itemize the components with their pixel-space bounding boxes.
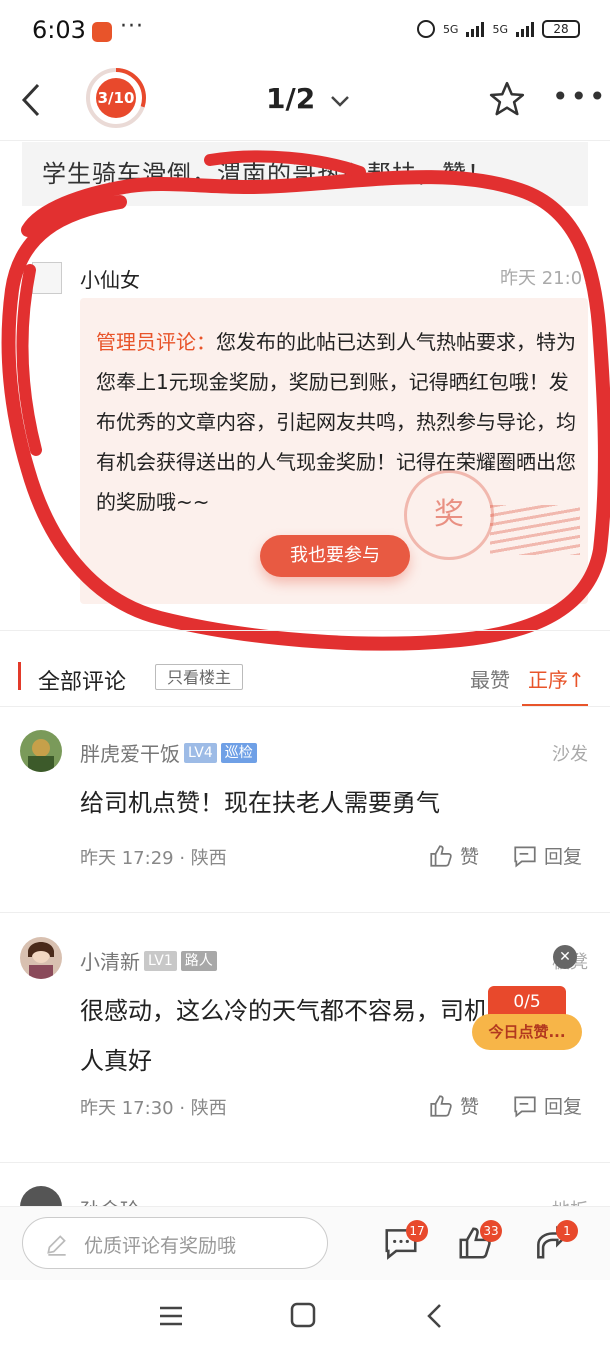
- comment-author[interactable]: 小清新: [80, 946, 140, 975]
- network-label-2: 5G: [492, 22, 508, 36]
- status-time: 6:03: [32, 16, 86, 44]
- alarm-icon: [416, 20, 435, 38]
- menu-icon[interactable]: [158, 1304, 184, 1328]
- comment-text: 很感动，这么冷的天气都不容易，司机人真好: [80, 997, 488, 1075]
- app-notification-icon: [92, 22, 112, 42]
- chevron-down-icon: [331, 96, 349, 107]
- pager-label: 1/2: [266, 82, 316, 115]
- avatar[interactable]: [20, 937, 62, 979]
- like-button[interactable]: 赞: [428, 1092, 479, 1119]
- home-icon[interactable]: [290, 1302, 316, 1328]
- all-comments-title: 全部评论: [38, 670, 127, 695]
- comment-separator: [0, 912, 610, 913]
- reply-icon: [514, 845, 536, 868]
- avatar-image: [28, 942, 54, 979]
- role-badge: 巡检: [220, 742, 257, 763]
- sort-order-tab[interactable]: 正序↑: [528, 664, 585, 693]
- battery-icon: 28: [542, 20, 580, 38]
- star-outline-icon[interactable]: [488, 80, 526, 118]
- page-selector[interactable]: 1/2: [266, 82, 351, 115]
- network-label-1: 5G: [442, 22, 459, 36]
- comment-author[interactable]: 胖虎爱干饭: [80, 738, 180, 767]
- comment-meta: 昨天 17:29 · 陕西: [80, 848, 227, 869]
- comment-author-row: 胖虎爱干饭 LV4 巡检: [80, 738, 257, 767]
- reply-button[interactable]: 回复: [512, 842, 582, 869]
- like-label: 赞: [460, 1096, 480, 1118]
- top-nav: 3/10 1/2 •••: [0, 62, 610, 141]
- reply-label: 回复: [544, 1096, 583, 1118]
- thumbs-up-icon: [430, 844, 452, 867]
- comment-author-row: 小清新 LV1 路人: [80, 946, 217, 975]
- reply-label: 回复: [544, 846, 583, 868]
- header-separator: [0, 706, 610, 707]
- comment-separator: [0, 1162, 610, 1163]
- reply-button[interactable]: 回复: [512, 1092, 582, 1119]
- level-badge: LV4: [184, 742, 217, 763]
- more-dots-icon[interactable]: •••: [552, 80, 608, 113]
- signal-icon-2: [516, 21, 534, 37]
- status-bar: 6:03 ··· 5G 5G 28: [0, 0, 610, 62]
- comment-placeholder: 优质评论有奖励哦: [84, 1235, 237, 1257]
- avatar[interactable]: [20, 730, 62, 772]
- status-more: ···: [120, 14, 144, 39]
- avatar-image: [28, 739, 54, 772]
- section-divider: [0, 630, 610, 631]
- signal-icon: [466, 21, 485, 37]
- like-button[interactable]: 赞: [428, 842, 479, 869]
- thumbs-up-icon: [430, 1094, 452, 1117]
- pencil-icon: [47, 1235, 66, 1256]
- reply-icon: [514, 1095, 536, 1118]
- red-annotation-scribble: [1, 150, 610, 651]
- sort-hot-tab[interactable]: 最赞: [470, 664, 510, 693]
- comment-meta: 昨天 17:30 · 陕西: [80, 1098, 227, 1119]
- back-nav-icon[interactable]: [424, 1302, 444, 1330]
- like-count-badge: 33: [480, 1220, 502, 1242]
- comment-text: 给司机点赞！现在扶老人需要勇气: [80, 789, 440, 817]
- close-icon[interactable]: ✕: [553, 945, 577, 969]
- comment-count-badge: 17: [406, 1220, 428, 1242]
- role-badge: 路人: [180, 950, 217, 971]
- like-label: 赞: [460, 846, 480, 868]
- section-accent: [18, 662, 21, 690]
- owner-only-button[interactable]: 只看楼主: [155, 664, 243, 690]
- chevron-left-icon[interactable]: [16, 82, 46, 118]
- share-count-badge: 1: [556, 1220, 578, 1242]
- level-badge: LV1: [144, 950, 177, 971]
- system-nav-bar: [0, 1280, 610, 1356]
- floor-label: 沙发: [552, 744, 588, 765]
- progress-label: 3/10: [96, 78, 136, 118]
- status-indicators: 5G 5G 28: [416, 20, 580, 38]
- daily-like-button[interactable]: 今日点赞...: [472, 1014, 582, 1050]
